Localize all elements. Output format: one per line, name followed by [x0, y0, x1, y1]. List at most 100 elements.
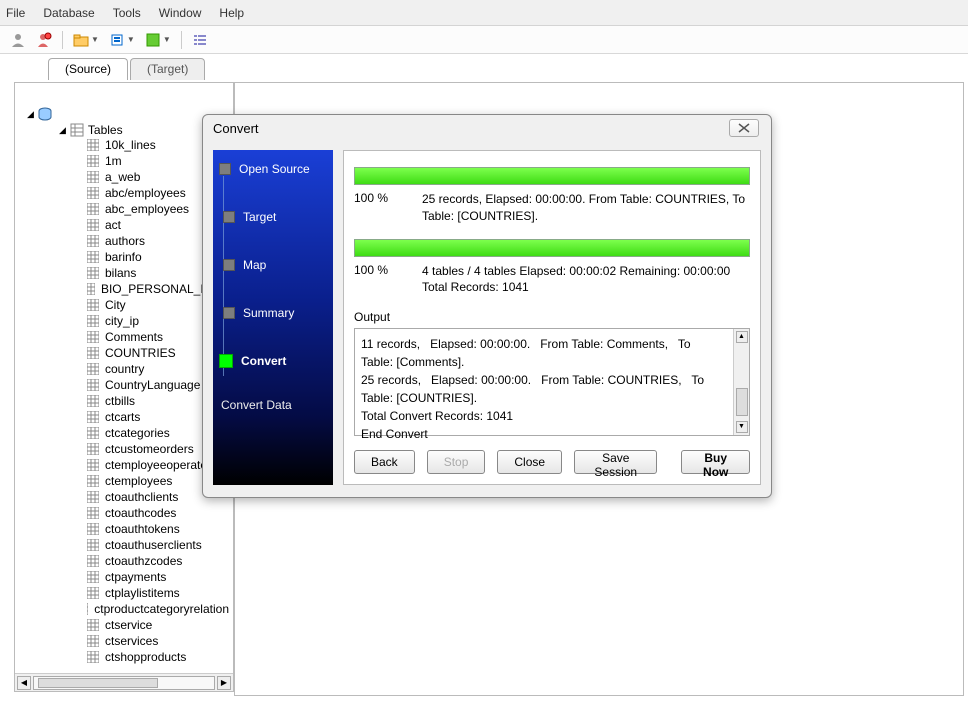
table-icon: [87, 171, 99, 183]
toolbar: ▼ ▼ ▼: [0, 26, 968, 54]
output-label: Output: [354, 310, 750, 324]
table-item[interactable]: ctpayments: [87, 569, 229, 585]
table-progressbar: [354, 167, 750, 185]
close-icon: [738, 123, 750, 133]
table-label: CountryLanguage: [105, 378, 200, 392]
table-progress-text: 25 records, Elapsed: 00:00:00. From Tabl…: [422, 191, 750, 225]
table-label: ctbills: [105, 394, 135, 408]
table-label: ctoauthzcodes: [105, 554, 182, 568]
table-label: Comments: [105, 330, 163, 344]
output-scrollbar[interactable]: ▲ ▼: [733, 329, 749, 435]
back-button[interactable]: Back: [354, 450, 415, 474]
table-label: ctoauthclients: [105, 490, 178, 504]
table-item[interactable]: ctplaylistitems: [87, 585, 229, 601]
step-summary[interactable]: Summary: [213, 302, 333, 324]
tree-root[interactable]: ◢: [27, 107, 229, 121]
dialog-title: Convert: [213, 121, 259, 136]
step-open-source[interactable]: Open Source: [213, 158, 333, 180]
scroll-thumb[interactable]: [38, 678, 158, 688]
stop-button[interactable]: Stop: [427, 450, 486, 474]
table-item[interactable]: ctoauthcodes: [87, 505, 229, 521]
overall-progress-pct: 100 %: [354, 263, 404, 297]
table-icon: [87, 635, 99, 647]
table-label: ctoauthtokens: [105, 522, 180, 536]
scroll-left-icon[interactable]: ◀: [17, 676, 31, 690]
table-label: abc_employees: [105, 202, 189, 216]
table-icon: [87, 251, 99, 263]
table-item[interactable]: ctoauthuserclients: [87, 537, 229, 553]
table-icon: [87, 315, 99, 327]
table-label: 1m: [105, 154, 122, 168]
table-label: act: [105, 218, 121, 232]
table-icon: [87, 155, 99, 167]
table-label: ctoauthuserclients: [105, 538, 202, 552]
save-session-button[interactable]: Save Session: [574, 450, 657, 474]
output-box[interactable]: 11 records, Elapsed: 00:00:00. From Tabl…: [354, 328, 750, 436]
table-icon: [87, 507, 99, 519]
table-icon: [87, 139, 99, 151]
step-convert[interactable]: Convert: [213, 350, 333, 372]
menu-window[interactable]: Window: [159, 6, 202, 20]
folder-button[interactable]: ▼: [73, 32, 99, 48]
tables-label: Tables: [88, 123, 123, 137]
menu-tools[interactable]: Tools: [113, 6, 141, 20]
table-icon: [87, 331, 99, 343]
table-item[interactable]: ctshopproducts: [87, 649, 229, 665]
user-icon[interactable]: [10, 32, 26, 48]
table-icon: [87, 379, 99, 391]
table-label: country: [105, 362, 144, 376]
table-icon: [87, 235, 99, 247]
step-map[interactable]: Map: [213, 254, 333, 276]
table-icon: [87, 651, 99, 663]
scroll-down-icon[interactable]: ▼: [736, 421, 748, 433]
separator: [181, 31, 182, 49]
scroll-up-icon[interactable]: ▲: [736, 331, 748, 343]
table-label: a_web: [105, 170, 140, 184]
table-item[interactable]: ctproductcategoryrelation: [87, 601, 229, 617]
table-label: ctoauthcodes: [105, 506, 176, 520]
table-icon: [87, 363, 99, 375]
tab-source[interactable]: (Source): [48, 58, 128, 80]
table-label: ctcategories: [105, 426, 170, 440]
table-label: ctpayments: [105, 570, 166, 584]
horizontal-scrollbar[interactable]: ◀ ▶: [15, 673, 233, 691]
table-icon: [87, 571, 99, 583]
tree-pane: ◢ ◢ Tables 10k_lines1ma_webabc/employees…: [14, 82, 234, 692]
table-icon: [87, 475, 99, 487]
table-icon: [87, 283, 95, 295]
table-label: 10k_lines: [105, 138, 156, 152]
table-progress-pct: 100 %: [354, 191, 404, 225]
table-label: ctshopproducts: [105, 650, 186, 664]
table-icon: [87, 491, 99, 503]
scroll-thumb[interactable]: [736, 388, 748, 416]
table-item[interactable]: ctoauthzcodes: [87, 553, 229, 569]
menu-file[interactable]: File: [6, 6, 25, 20]
menu-help[interactable]: Help: [219, 6, 244, 20]
scroll-right-icon[interactable]: ▶: [217, 676, 231, 690]
table-item[interactable]: ctservices: [87, 633, 229, 649]
collapse-icon[interactable]: ◢: [27, 109, 34, 120]
step-target[interactable]: Target: [213, 206, 333, 228]
tab-target[interactable]: (Target): [130, 58, 205, 80]
close-button[interactable]: [729, 119, 759, 137]
table-icon: [87, 619, 99, 631]
table-icon: [87, 187, 99, 199]
db-button[interactable]: ▼: [109, 32, 135, 48]
run-button[interactable]: ▼: [145, 32, 171, 48]
list-icon[interactable]: [192, 32, 208, 48]
separator: [62, 31, 63, 49]
user-add-icon[interactable]: [36, 32, 52, 48]
table-item[interactable]: ctoauthtokens: [87, 521, 229, 537]
close-dialog-button[interactable]: Close: [497, 450, 562, 474]
table-icon: [87, 555, 99, 567]
table-icon: [87, 203, 99, 215]
buy-now-button[interactable]: Buy Now: [681, 450, 750, 474]
overall-progress-text: 4 tables / 4 tables Elapsed: 00:00:02 Re…: [422, 263, 750, 297]
table-label: barinfo: [105, 250, 142, 264]
table-item[interactable]: ctservice: [87, 617, 229, 633]
table-label: authors: [105, 234, 145, 248]
table-icon: [87, 219, 99, 231]
table-label: ctplaylistitems: [105, 586, 180, 600]
collapse-icon[interactable]: ◢: [59, 125, 66, 136]
menu-database[interactable]: Database: [43, 6, 94, 20]
